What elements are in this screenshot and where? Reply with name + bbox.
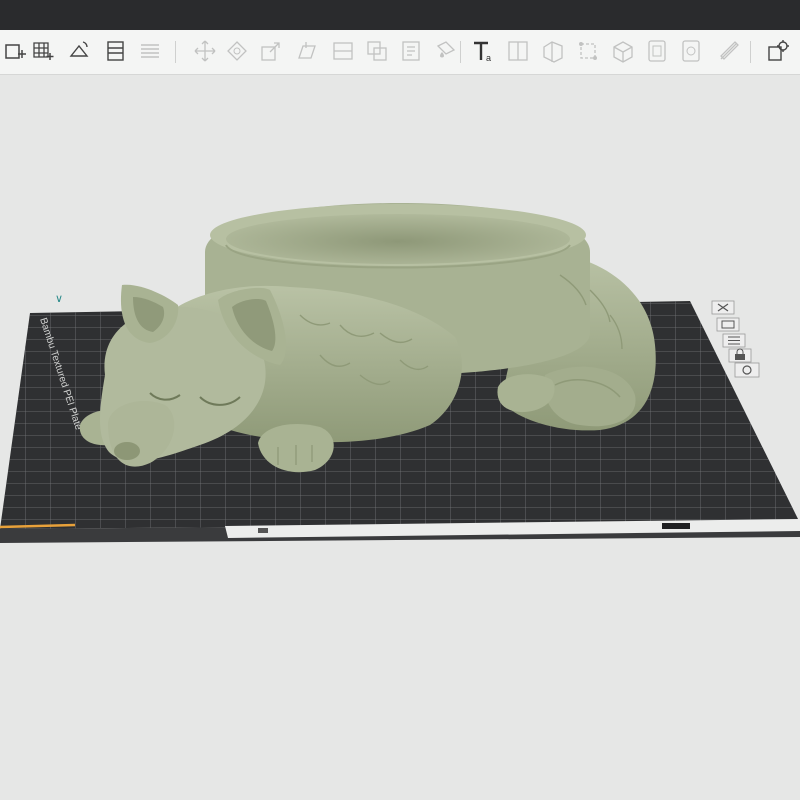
layers-icon [141,44,159,58]
lay-on-face-button[interactable] [294,38,320,64]
move-button[interactable] [192,38,218,64]
plate-index-icon [662,523,690,529]
toolbar-separator [175,41,176,63]
close-plate-icon[interactable] [711,300,735,315]
variable-layer-button[interactable] [644,38,670,64]
scene-canvas[interactable]: ∨ Bambu Textured PEI Plate [0,75,800,800]
plate-layout-button[interactable] [103,38,129,64]
color-paint-button[interactable] [432,38,458,64]
cut-button[interactable] [330,38,356,64]
boolean-button[interactable] [364,38,390,64]
svg-text:a: a [486,53,491,63]
seam-paint-icon [682,40,700,62]
layers-button[interactable] [137,38,163,64]
split-parts-button[interactable] [540,38,566,64]
add-plate-icon [5,44,26,59]
support-paint-button[interactable] [398,38,424,64]
lock-icon[interactable] [728,348,752,363]
lay-on-face-icon [298,42,316,59]
scale-icon [261,42,280,61]
toolbar-separator [460,41,461,63]
scale-button[interactable] [258,38,284,64]
window-titlebar [0,0,800,30]
toolbar-separator [750,41,751,63]
settings-panel-icon [768,40,789,61]
cut-icon [333,42,353,60]
main-toolbar: a [0,30,800,75]
grid-arrange-icon [33,42,54,60]
settings-panel-button[interactable] [765,38,791,64]
measure-icon [579,42,597,60]
auto-orient-icon [69,41,89,57]
seam-paint-button[interactable] [678,38,704,64]
support-paint-icon [402,41,420,61]
emboss-button[interactable] [716,38,742,64]
split-objects-button[interactable] [505,38,531,64]
add-plate-button[interactable] [2,38,28,64]
text-tool-icon: a [474,41,491,63]
split-objects-icon [508,41,528,61]
emboss-icon [720,41,739,60]
auto-orient-button[interactable] [66,38,92,64]
measure-button[interactable] [575,38,601,64]
3d-viewport[interactable]: ∨ Bambu Textured PEI Plate [0,75,800,800]
boolean-icon [367,41,387,61]
variable-layer-icon [648,40,666,62]
assembly-icon [613,41,633,63]
plate-icon [258,528,268,533]
text-button[interactable]: a [470,38,496,64]
move-icon [194,40,216,62]
orient-icon[interactable] [734,362,760,378]
arrange-icon[interactable] [722,333,746,348]
assembly-button[interactable] [610,38,636,64]
arrange-button[interactable] [30,38,56,64]
rotate-icon [227,41,247,61]
axis-y-marker: ∨ [55,292,63,305]
rotate-button[interactable] [224,38,250,64]
color-paint-icon [436,41,456,58]
plate-layout-icon [107,41,124,61]
plate-settings-icon[interactable] [716,317,740,332]
split-parts-icon [543,41,563,63]
